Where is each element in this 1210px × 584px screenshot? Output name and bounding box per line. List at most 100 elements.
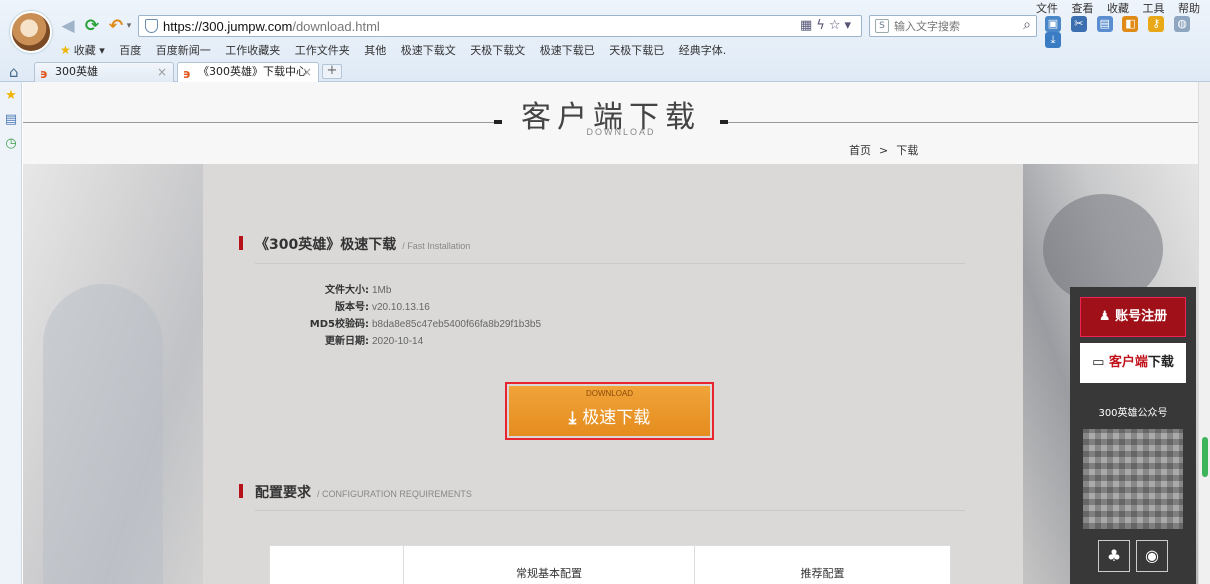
info-key: 文件大小: xyxy=(325,285,369,296)
wechat-label: 300英雄公众号 xyxy=(1098,408,1168,419)
tab-label: 300英雄 xyxy=(55,65,98,78)
search-input[interactable] xyxy=(894,18,1014,34)
search-box[interactable]: S ⌕ xyxy=(869,15,1037,37)
qq-icon[interactable]: ♣ xyxy=(1098,540,1130,572)
user-avatar[interactable] xyxy=(10,11,52,53)
header-divider xyxy=(723,122,1198,123)
bookmark-item[interactable]: 经典字体. xyxy=(679,44,727,57)
info-value: 1Mb xyxy=(372,285,392,296)
favorites-star-icon[interactable]: ★ xyxy=(0,88,22,106)
url-path: /download.html xyxy=(292,19,380,34)
qr-icon[interactable]: ▦ xyxy=(800,18,816,33)
toolbar-icons: ▣ ✂ ▤ ◧ ⚷ ◍ ⤓ xyxy=(1045,16,1205,48)
info-key: 版本号: xyxy=(335,302,369,313)
bookmark-item[interactable]: 工作文件夹 xyxy=(295,44,350,57)
menu-view[interactable]: 查看 xyxy=(1072,2,1094,15)
config-title: 配置要求 / CONFIGURATION REQUIREMENTS xyxy=(239,482,472,502)
info-row: 版本号: v20.10.13.16 xyxy=(293,299,541,316)
browser-chrome: ◀ ⟳ ↶ ▾ https://300.jumpw.com/download.h… xyxy=(0,0,1210,82)
bookmarks-menu[interactable]: ★ 收藏 ▾ xyxy=(60,43,105,57)
register-button[interactable]: ♟ 账号注册 xyxy=(1080,297,1186,337)
lightning-icon[interactable]: ϟ xyxy=(816,18,829,33)
table-header-cell: 推荐配置 xyxy=(800,567,845,580)
menu-tools[interactable]: 工具 xyxy=(1143,2,1165,15)
address-url[interactable]: https://300.jumpw.com/download.html xyxy=(163,19,380,34)
vertical-scrollbar[interactable] xyxy=(1198,82,1210,584)
page-subtitle: DOWNLOAD xyxy=(586,127,656,137)
star-icon: ★ xyxy=(60,43,71,57)
download-button-caption: DOWNLOAD xyxy=(585,389,634,398)
close-icon[interactable]: × xyxy=(302,63,312,81)
fast-download-button[interactable]: DOWNLOAD ⤓ 极速下载 xyxy=(509,386,710,436)
bookmark-item[interactable]: 极速下载已 xyxy=(540,44,595,57)
info-value: 2020-10-14 xyxy=(372,336,424,347)
info-value: b8da8e85c47eb5400f66fa8b29f1b3b5 xyxy=(372,319,542,330)
register-label: 账号注册 xyxy=(1115,309,1168,324)
download-arrow-icon: ⤓ xyxy=(568,408,577,428)
table-header-cell xyxy=(270,546,404,584)
undo-icon[interactable]: ↶ xyxy=(106,16,126,36)
undo-dropdown-icon[interactable]: ▾ xyxy=(124,16,134,36)
key-icon[interactable]: ⚷ xyxy=(1148,16,1165,32)
favorite-star-icon[interactable]: ☆ xyxy=(829,18,845,33)
table-header-cell: 常规基本配置 xyxy=(404,546,695,584)
search-icon[interactable]: ⌕ xyxy=(1023,17,1031,33)
tab-strip: ⌂ ϶ 300英雄 × ϶ 《300英雄》下载中心 × + xyxy=(0,61,1210,82)
bookmark-item[interactable]: 天极下载已 xyxy=(609,44,664,57)
bookmark-item[interactable]: 百度 xyxy=(119,44,141,57)
address-bar[interactable]: https://300.jumpw.com/download.html ▦ϟ☆▾ xyxy=(138,15,862,37)
download-button-highlight: DOWNLOAD ⤓ 极速下载 xyxy=(505,382,714,440)
breadcrumb-home[interactable]: 首页 xyxy=(849,144,871,157)
security-shield-icon xyxy=(145,19,158,33)
menu-help[interactable]: 帮助 xyxy=(1178,2,1200,15)
download-manager-icon[interactable]: ⤓ xyxy=(1045,32,1061,48)
tools-icon[interactable]: ▤ xyxy=(1096,16,1113,32)
bookmarks-label: 收藏 xyxy=(73,44,96,57)
client-download-black: 下载 xyxy=(1147,355,1174,370)
tab-label: 《300英雄》下载中心 xyxy=(198,65,307,78)
menu-file[interactable]: 文件 xyxy=(1036,2,1058,15)
screenshot-icon[interactable]: ▣ xyxy=(1045,16,1061,32)
scrollbar-thumb[interactable] xyxy=(1202,437,1208,477)
bookmark-item[interactable]: 工作收藏夹 xyxy=(225,44,280,57)
address-tools: ▦ϟ☆▾ xyxy=(800,18,855,33)
config-heading: 配置要求 xyxy=(255,485,311,501)
history-clock-icon[interactable]: ◷ xyxy=(0,136,22,154)
scissors-icon[interactable]: ✂ xyxy=(1070,16,1087,32)
reader-icon[interactable]: ▤ xyxy=(0,112,22,130)
info-row: 更新日期: 2020-10-14 xyxy=(293,333,541,350)
search-engine-icon[interactable]: S xyxy=(875,19,889,33)
breadcrumb: 首页 > 下载 xyxy=(849,142,926,158)
new-tab-button[interactable]: + xyxy=(322,64,342,79)
info-row: MD5校验码: b8da8e85c47eb5400f66fa8b29f1b3b5 xyxy=(293,316,541,333)
breadcrumb-separator: > xyxy=(879,144,889,157)
tab-300-heroes[interactable]: ϶ 300英雄 × xyxy=(34,62,174,82)
web-page: 客户端下载 DOWNLOAD 首页 > 下载 《300英雄》极速下载 / Fast I… xyxy=(23,82,1198,584)
globe-icon[interactable]: ◍ xyxy=(1174,16,1191,32)
bookmark-item[interactable]: 其他 xyxy=(364,44,386,57)
bookmark-item[interactable]: 天极下载文 xyxy=(470,44,525,57)
back-arrow-icon[interactable]: ◀ xyxy=(58,16,78,36)
menu-favorites[interactable]: 收藏 xyxy=(1107,2,1129,15)
info-key: 更新日期: xyxy=(325,336,369,347)
browser-sidebar: ★ ▤ ◷ xyxy=(0,82,22,584)
fast-install-heading: 《300英雄》极速下载 xyxy=(255,237,397,253)
home-icon[interactable]: ⌂ xyxy=(9,63,19,81)
close-icon[interactable]: × xyxy=(157,63,167,81)
refresh-icon[interactable]: ⟳ xyxy=(82,16,102,36)
user-plus-icon: ♟ xyxy=(1098,309,1116,324)
tab-download-center[interactable]: ϶ 《300英雄》下载中心 × xyxy=(177,62,319,82)
site-favicon-icon: ϶ xyxy=(183,67,191,81)
bookmark-item[interactable]: 百度新闻一 xyxy=(156,44,211,57)
header-dash xyxy=(720,120,728,124)
character-art-left-figure xyxy=(43,284,163,584)
weibo-icon[interactable]: ◉ xyxy=(1136,540,1168,572)
header-dash xyxy=(494,120,502,124)
address-dropdown-icon[interactable]: ▾ xyxy=(844,18,855,33)
info-value: v20.10.13.16 xyxy=(372,302,430,313)
bookmark-item[interactable]: 极速下载文 xyxy=(401,44,456,57)
config-subtitle: / CONFIGURATION REQUIREMENTS xyxy=(317,489,472,499)
extension-icon[interactable]: ◧ xyxy=(1122,16,1139,32)
top-menu: 文件 查看 收藏 工具 帮助 xyxy=(1026,0,1200,15)
client-download-button[interactable]: ▭ 客户端下载 xyxy=(1080,343,1186,383)
